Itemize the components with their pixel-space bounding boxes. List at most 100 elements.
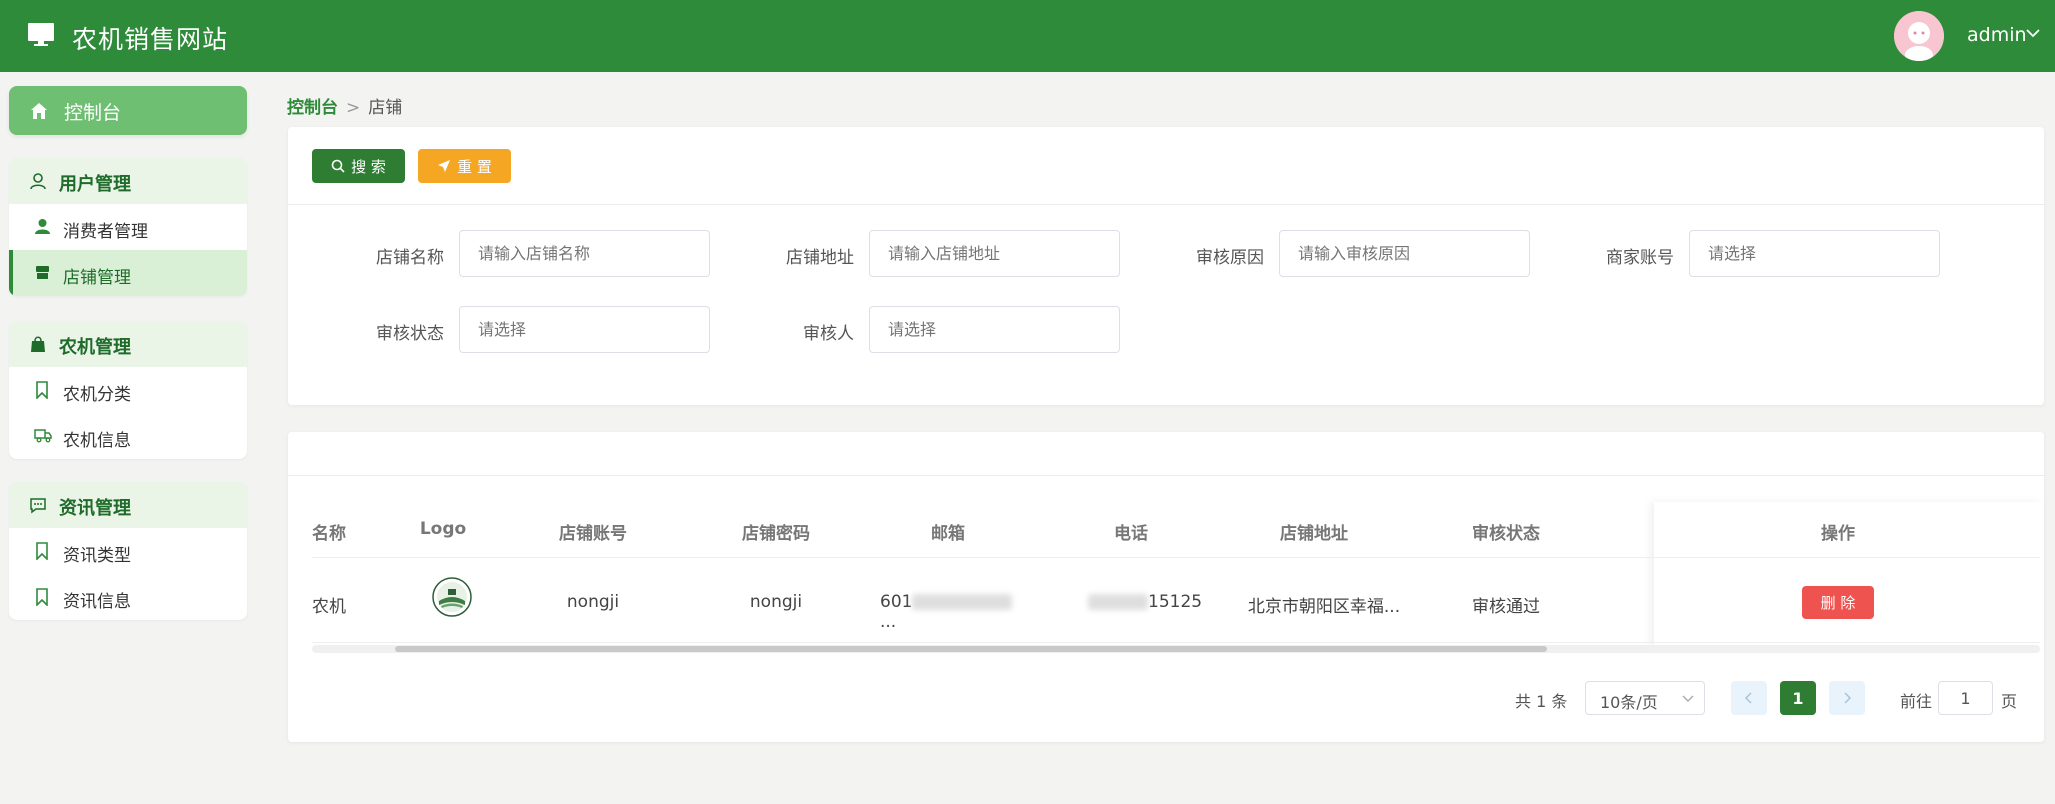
user-icon bbox=[35, 219, 50, 234]
divider bbox=[288, 204, 2044, 205]
page-size-select[interactable]: 10条/页 bbox=[1585, 681, 1705, 715]
cell-address: 北京市朝阳区幸福... bbox=[1247, 597, 1401, 617]
merchant-account-label: 商家账号 bbox=[1606, 248, 1674, 268]
audit-status-label: 审核状态 bbox=[376, 324, 444, 344]
sidebar-item-label: 资讯信息 bbox=[63, 592, 131, 612]
divider bbox=[288, 475, 2044, 476]
cell-email: 601... bbox=[880, 592, 1020, 632]
sidebar-item-label: 店铺管理 bbox=[63, 268, 131, 288]
header-row-divider bbox=[312, 557, 2040, 558]
user-name[interactable]: admin bbox=[1967, 24, 2027, 46]
sidebar-item-news-info[interactable]: 资讯信息 bbox=[9, 574, 247, 620]
sidebar-item-label: 消费者管理 bbox=[63, 222, 148, 242]
nav-group-users: 用户管理 消费者管理 店铺管理 bbox=[9, 158, 247, 296]
nav-group-news-label: 资讯管理 bbox=[59, 498, 131, 519]
table-panel: 名称 Logo 店铺账号 店铺密码 邮箱 电话 店铺地址 审核状态 操作 农机 … bbox=[288, 432, 2044, 742]
search-button[interactable]: 搜 索 bbox=[312, 149, 405, 183]
cell-name: 农机 bbox=[312, 597, 346, 617]
nav-group-news-header[interactable]: 资讯管理 bbox=[9, 482, 247, 528]
page-size-value: 10条/页 bbox=[1600, 693, 1658, 712]
search-icon bbox=[331, 159, 345, 173]
audit-reason-input[interactable] bbox=[1279, 230, 1530, 277]
farm-logo-icon bbox=[432, 577, 472, 617]
nav-group-machines: 农机管理 农机分类 农机信息 bbox=[9, 321, 247, 459]
delete-button[interactable]: 删 除 bbox=[1802, 586, 1874, 619]
sidebar-item-consumers[interactable]: 消费者管理 bbox=[9, 204, 247, 250]
col-header-account: 店铺账号 bbox=[559, 524, 627, 544]
truck-icon bbox=[34, 429, 52, 443]
sidebar-item-machine-category[interactable]: 农机分类 bbox=[9, 367, 247, 413]
scrollbar-thumb[interactable] bbox=[395, 646, 1547, 652]
nav-group-machines-header[interactable]: 农机管理 bbox=[9, 321, 247, 367]
chevron-down-icon bbox=[1682, 695, 1694, 702]
shop-logo bbox=[432, 577, 472, 617]
next-page-button[interactable] bbox=[1829, 681, 1865, 715]
home-icon bbox=[31, 103, 47, 119]
nav-dashboard-label: 控制台 bbox=[64, 102, 122, 124]
audit-reason-label: 审核原因 bbox=[1196, 248, 1264, 268]
pagination-total: 共 1 条 bbox=[1515, 692, 1568, 711]
sidebar-item-label: 农机信息 bbox=[63, 431, 131, 451]
merchant-account-select[interactable] bbox=[1689, 230, 1940, 277]
sidebar-item-news-type[interactable]: 资讯类型 bbox=[9, 528, 247, 574]
top-bar: 农机销售网站 admin bbox=[0, 0, 2055, 72]
col-header-email: 邮箱 bbox=[931, 524, 965, 544]
app-title: 农机销售网站 bbox=[72, 25, 229, 54]
nav-group-users-label: 用户管理 bbox=[59, 174, 131, 195]
cell-password: nongji bbox=[749, 592, 803, 612]
col-header-status: 审核状态 bbox=[1472, 524, 1540, 544]
col-header-logo: Logo bbox=[419, 519, 467, 539]
redacted-block bbox=[912, 594, 1013, 610]
bookmark-icon bbox=[36, 588, 48, 606]
auditor-label: 审核人 bbox=[803, 324, 854, 344]
shop-address-input[interactable] bbox=[869, 230, 1120, 277]
email-tail: ... bbox=[880, 612, 897, 632]
reset-button[interactable]: 重 置 bbox=[418, 149, 511, 183]
cell-status: 审核通过 bbox=[1472, 597, 1540, 617]
bookmark-icon bbox=[36, 542, 48, 560]
nav-group-machines-label: 农机管理 bbox=[59, 337, 131, 358]
chevron-right-icon bbox=[1844, 692, 1852, 704]
search-panel: 搜 索 重 置 店铺名称 店铺地址 审核原因 商家账号 审核状态 审核人 bbox=[288, 127, 2044, 405]
cell-account: nongji bbox=[566, 592, 620, 612]
phone-visible-part: 15125 bbox=[1148, 592, 1203, 612]
sidebar-item-label: 资讯类型 bbox=[63, 546, 131, 566]
bag-icon bbox=[31, 336, 45, 352]
prev-page-button[interactable] bbox=[1731, 681, 1767, 715]
page-jump-input[interactable]: 1 bbox=[1938, 681, 1993, 715]
nav-dashboard[interactable]: 控制台 bbox=[9, 86, 247, 135]
reset-button-label: 重 置 bbox=[457, 157, 492, 176]
page-number-button[interactable]: 1 bbox=[1780, 681, 1816, 715]
chat-icon bbox=[30, 498, 46, 514]
shop-address-label: 店铺地址 bbox=[786, 248, 854, 268]
chevron-left-icon bbox=[1744, 692, 1752, 704]
jump-suffix: 页 bbox=[2001, 692, 2018, 711]
sidebar: 控制台 用户管理 消费者管理 店铺管理 农机管理 农机分类 农机信息 资讯管理 … bbox=[0, 72, 262, 804]
email-visible-part: 601 bbox=[880, 592, 913, 612]
col-header-actions: 操作 bbox=[1821, 524, 1855, 544]
breadcrumb-separator-icon: > bbox=[346, 98, 361, 118]
monitor-icon bbox=[28, 23, 54, 46]
sidebar-item-shops[interactable]: 店铺管理 bbox=[9, 250, 247, 296]
chevron-down-icon[interactable] bbox=[2025, 25, 2041, 41]
sidebar-item-machine-info[interactable]: 农机信息 bbox=[9, 413, 247, 459]
nav-group-users-header[interactable]: 用户管理 bbox=[9, 158, 247, 204]
breadcrumb-home[interactable]: 控制台 bbox=[287, 98, 338, 118]
shop-icon bbox=[36, 266, 49, 279]
col-header-phone: 电话 bbox=[1114, 524, 1148, 544]
shop-name-input[interactable] bbox=[459, 230, 710, 277]
send-icon bbox=[438, 160, 451, 172]
breadcrumb-current: 店铺 bbox=[368, 98, 403, 118]
auditor-select[interactable] bbox=[869, 306, 1120, 353]
redacted-block bbox=[1088, 594, 1148, 610]
avatar[interactable] bbox=[1894, 11, 1944, 61]
nav-group-news: 资讯管理 资讯类型 资讯信息 bbox=[9, 482, 247, 620]
col-header-address: 店铺地址 bbox=[1280, 524, 1348, 544]
cell-phone: 15125 bbox=[1088, 592, 1228, 612]
breadcrumb: 控制台 > 店铺 bbox=[287, 93, 402, 118]
search-button-label: 搜 索 bbox=[351, 157, 386, 176]
audit-status-select[interactable] bbox=[459, 306, 710, 353]
sidebar-item-label: 农机分类 bbox=[63, 385, 131, 405]
jump-prefix: 前往 bbox=[1900, 692, 1933, 711]
col-header-password: 店铺密码 bbox=[742, 524, 810, 544]
